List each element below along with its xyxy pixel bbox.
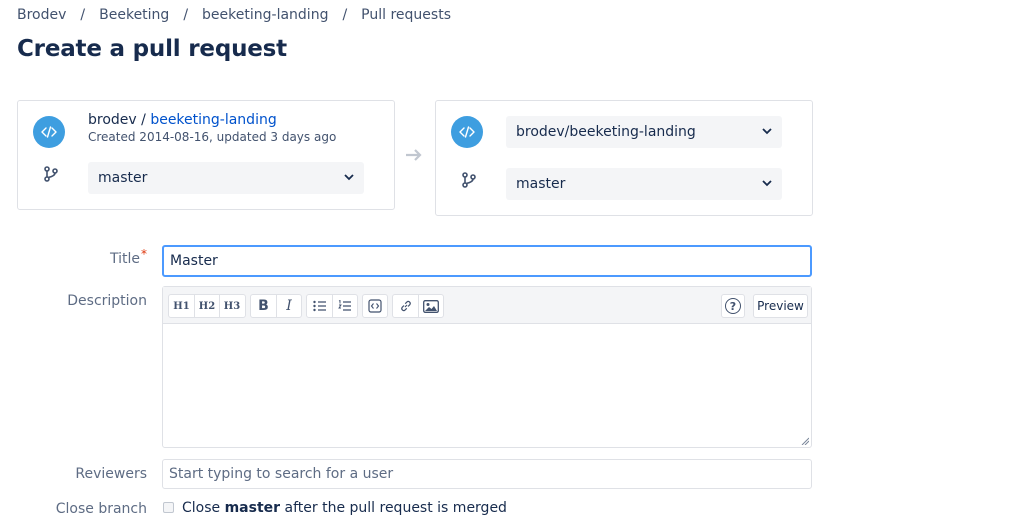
chevron-down-icon xyxy=(762,127,772,138)
source-repo-meta: Created 2014-08-16, updated 3 days ago xyxy=(88,130,337,144)
description-textarea[interactable] xyxy=(163,324,811,447)
source-repo-name: brodev / beeketing-landing xyxy=(88,112,277,128)
code-icon[interactable] xyxy=(363,295,387,317)
bullet-list-icon[interactable] xyxy=(307,295,332,317)
source-repo-card: brodev / beeketing-landing Created 2014-… xyxy=(17,100,395,210)
reviewers-input[interactable]: Start typing to search for a user xyxy=(162,459,812,489)
chevron-down-icon xyxy=(344,173,354,184)
source-owner[interactable]: brodev xyxy=(88,112,137,128)
breadcrumb-brodev[interactable]: Brodev xyxy=(17,7,66,23)
format-button-group: B I xyxy=(250,294,302,318)
breadcrumb-separator: / xyxy=(80,7,86,23)
page-title: Create a pull request xyxy=(17,36,287,62)
destination-repo-value: brodev/beeketing-landing xyxy=(516,124,696,140)
close-branch-label: Close branch xyxy=(55,501,147,517)
reviewers-label: Reviewers xyxy=(75,466,147,482)
image-icon[interactable] xyxy=(418,295,443,317)
breadcrumb: Brodev / Beeketing / beeketing-landing /… xyxy=(17,7,451,23)
h1-button[interactable]: H1 xyxy=(169,295,194,317)
insert-button-group xyxy=(392,294,444,318)
close-branch-name: master xyxy=(224,500,281,516)
close-branch-checkbox[interactable] xyxy=(163,502,174,513)
heading-button-group: H1 H2 H3 xyxy=(168,294,246,318)
branch-icon xyxy=(43,165,59,187)
title-label: Title* xyxy=(109,247,147,267)
title-input[interactable]: Master xyxy=(162,245,812,277)
code-button-group xyxy=(362,294,388,318)
editor-toolbar: H1 H2 H3 B I ? Preview xyxy=(163,287,811,324)
breadcrumb-separator: / xyxy=(183,7,189,23)
preview-button[interactable]: Preview xyxy=(753,294,808,318)
italic-button[interactable]: I xyxy=(276,295,301,317)
branch-icon xyxy=(461,171,477,193)
description-editor: H1 H2 H3 B I ? Preview xyxy=(162,286,812,448)
arrow-right-icon xyxy=(405,147,423,166)
destination-repo-select[interactable]: brodev/beeketing-landing xyxy=(506,116,782,148)
chevron-down-icon xyxy=(762,179,772,190)
source-branch-value: master xyxy=(98,170,148,186)
h2-button[interactable]: H2 xyxy=(194,295,219,317)
destination-branch-value: master xyxy=(516,176,566,192)
help-icon[interactable]: ? xyxy=(721,294,745,318)
required-marker: * xyxy=(141,247,147,261)
h3-button[interactable]: H3 xyxy=(219,295,244,317)
repo-code-icon xyxy=(33,116,65,148)
destination-branch-select[interactable]: master xyxy=(506,168,782,200)
close-branch-text: Close master after the pull request is m… xyxy=(182,500,507,516)
link-icon[interactable] xyxy=(393,295,418,317)
numbered-list-icon[interactable] xyxy=(332,295,357,317)
resize-handle-icon[interactable] xyxy=(801,437,809,445)
description-label: Description xyxy=(67,293,147,309)
destination-repo-card: brodev/beeketing-landing master xyxy=(435,100,813,216)
breadcrumb-pull-requests[interactable]: Pull requests xyxy=(361,7,451,23)
source-repo-link[interactable]: beeketing-landing xyxy=(150,112,276,128)
repo-code-icon xyxy=(451,116,483,148)
breadcrumb-separator: / xyxy=(342,7,348,23)
breadcrumb-beeketing[interactable]: Beeketing xyxy=(99,7,169,23)
source-branch-select[interactable]: master xyxy=(88,162,364,194)
bold-button[interactable]: B xyxy=(251,295,276,317)
breadcrumb-repo[interactable]: beeketing-landing xyxy=(202,7,328,23)
list-button-group xyxy=(306,294,358,318)
